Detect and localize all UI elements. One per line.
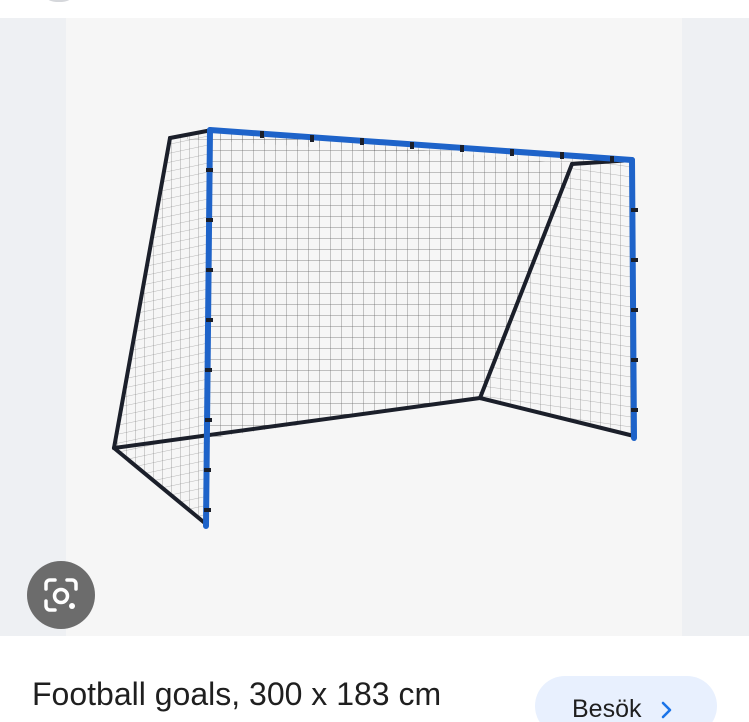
result-info-bar: Football goals, 300 x 183 cm Besök — [0, 636, 749, 722]
football-goal-image — [112, 127, 638, 529]
visit-button[interactable]: Besök — [535, 676, 717, 722]
top-strip — [0, 0, 749, 18]
image-result-view: Football goals, 300 x 183 cm Besök — [0, 0, 749, 722]
chevron-right-icon — [661, 701, 672, 719]
product-title[interactable]: Football goals, 300 x 183 cm — [32, 674, 441, 714]
visit-button-label: Besök — [572, 695, 642, 722]
partial-avatar — [42, 0, 76, 2]
google-lens-icon — [44, 578, 78, 612]
google-lens-button[interactable] — [27, 561, 95, 629]
result-image[interactable] — [0, 18, 749, 636]
goal-net-left — [114, 130, 212, 524]
